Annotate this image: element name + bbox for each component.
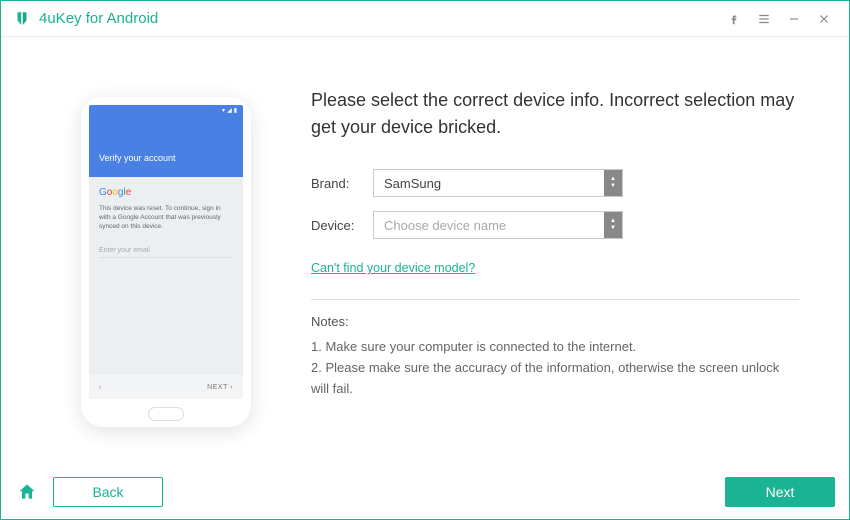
phone-reset-text: This device was reset. To continue, sign… (99, 204, 233, 231)
phone-verify-header: Verify your account (89, 117, 243, 177)
phone-nav-next: NEXT › (207, 384, 233, 391)
google-logo-text: Google (99, 187, 233, 198)
device-placeholder: Choose device name (374, 218, 604, 233)
back-button[interactable]: Back (53, 477, 163, 507)
app-logo-icon (13, 10, 31, 28)
divider (311, 299, 799, 300)
note-1: 1. Make sure your computer is connected … (311, 337, 799, 358)
device-select[interactable]: Choose device name ▲▼ (373, 211, 623, 239)
phone-preview-column: ▾◢▮ Verify your account Google This devi… (41, 87, 291, 445)
device-label: Device: (311, 218, 373, 233)
note-2: 2. Please make sure the accuracy of the … (311, 358, 799, 400)
close-icon[interactable] (809, 4, 839, 34)
minimize-icon[interactable] (779, 4, 809, 34)
notes-title: Notes: (311, 314, 799, 329)
spinner-icon: ▲▼ (604, 170, 622, 196)
main-content: ▾◢▮ Verify your account Google This devi… (1, 37, 849, 465)
footer-bar: Back Next (1, 465, 849, 519)
brand-label: Brand: (311, 176, 373, 191)
facebook-icon[interactable] (719, 4, 749, 34)
phone-nav-back: ‹ (99, 384, 101, 391)
menu-icon[interactable] (749, 4, 779, 34)
phone-status-bar: ▾◢▮ (89, 105, 243, 117)
phone-email-input: Enter your email (99, 247, 233, 258)
phone-mockup: ▾◢▮ Verify your account Google This devi… (81, 97, 251, 427)
phone-nav-bar: ‹ NEXT › (89, 375, 243, 399)
phone-home-button (148, 407, 184, 421)
app-title: 4uKey for Android (39, 10, 719, 27)
device-row: Device: Choose device name ▲▼ (311, 211, 799, 239)
spinner-icon: ▲▼ (604, 212, 622, 238)
phone-verify-title: Verify your account (99, 153, 176, 163)
form-column: Please select the correct device info. I… (291, 87, 809, 445)
brand-row: Brand: SamSung ▲▼ (311, 169, 799, 197)
instruction-text: Please select the correct device info. I… (311, 87, 799, 141)
title-bar: 4uKey for Android (1, 1, 849, 37)
find-model-link[interactable]: Can't find your device model? (311, 261, 475, 275)
home-icon[interactable] (15, 480, 39, 504)
next-button[interactable]: Next (725, 477, 835, 507)
brand-value: SamSung (374, 176, 604, 191)
brand-select[interactable]: SamSung ▲▼ (373, 169, 623, 197)
